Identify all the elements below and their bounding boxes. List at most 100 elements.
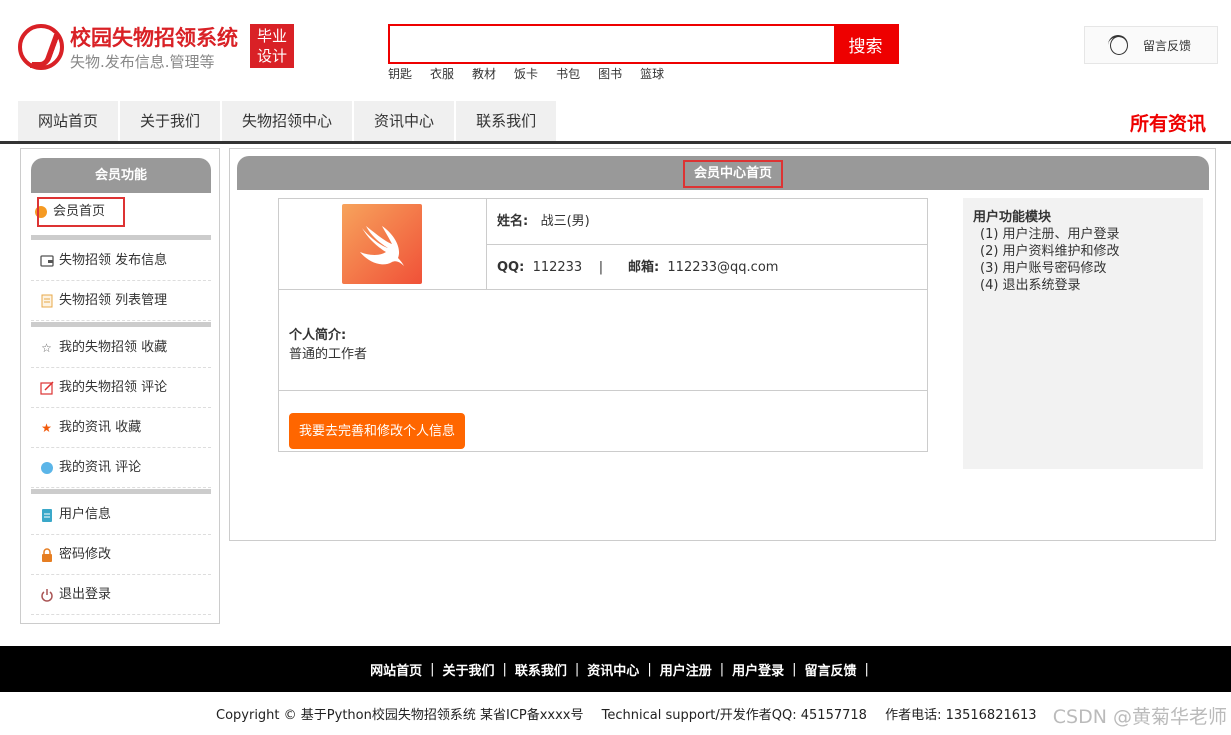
edit-icon bbox=[39, 380, 54, 395]
avatar-cell bbox=[279, 199, 487, 290]
sidebar-item-lost-comments[interactable]: 我的失物招领 评论 bbox=[31, 368, 211, 408]
hot-search-tags: 钥匙 衣服 教材 饭卡 书包 图书 篮球 bbox=[388, 65, 682, 82]
footer-link-news[interactable]: 资讯中心 bbox=[587, 660, 639, 679]
footer-nav: 网站首页 | 关于我们 | 联系我们 | 资讯中心 | 用户注册 | 用户登录 | 留言反馈… bbox=[0, 646, 1231, 692]
panel-header: 会员中心首页 bbox=[237, 156, 1209, 190]
intro-row: 个人简介: 普通的工作者 bbox=[279, 290, 928, 391]
email-value: 112233@qq.com bbox=[667, 260, 779, 275]
edit-profile-button[interactable]: 我要去完善和修改个人信息 bbox=[289, 413, 466, 449]
support-text: Technical support/开发作者QQ: 45157718 bbox=[601, 708, 867, 723]
member-sidebar: 会员功能 会员首页 失物招领 发布信息 失物招领 列表管理 ☆ 我的失物招领 收… bbox=[20, 148, 220, 624]
badge-line-2: 设计 bbox=[256, 47, 287, 65]
nav-item-lost-found[interactable]: 失物招领中心 bbox=[222, 101, 355, 141]
csdn-watermark: CSDN @黄菊华老师 bbox=[1052, 706, 1227, 728]
site-logo[interactable]: 校园失物招领系统 失物.发布信息.管理等 毕业 设计 bbox=[18, 22, 298, 74]
function-item: (3) 用户账号密码修改 bbox=[980, 261, 1107, 276]
profile-table: 姓名: 战三(男) QQ: 112233 | 邮箱: 112233@qq.com… bbox=[278, 198, 928, 452]
hot-tag[interactable]: 图书 bbox=[598, 65, 622, 82]
power-icon bbox=[39, 587, 54, 602]
clipboard-icon bbox=[39, 507, 54, 522]
sidebar-item-user-info[interactable]: 用户信息 bbox=[31, 495, 211, 535]
intro-value: 普通的工作者 bbox=[289, 347, 368, 362]
nav-item-about[interactable]: 关于我们 bbox=[120, 101, 223, 141]
sidebar-item-change-password[interactable]: 密码修改 bbox=[31, 535, 211, 575]
function-item: (2) 用户资料维护和修改 bbox=[980, 244, 1120, 259]
copyright-text: Copyright © 基于Python校园失物招领系统 某省ICP备xxxx号 bbox=[216, 708, 584, 723]
search-button[interactable]: 搜索 bbox=[834, 26, 897, 62]
user-functions-box: 用户功能模块 (1) 用户注册、用户登录 (2) 用户资料维护和修改 (3) 用… bbox=[963, 198, 1203, 469]
hot-tag[interactable]: 教材 bbox=[472, 65, 496, 82]
qq-label: QQ: bbox=[497, 260, 525, 275]
name-row: 姓名: 战三(男) bbox=[487, 199, 928, 245]
sidebar-separator bbox=[31, 489, 211, 494]
search-bar: 搜索 bbox=[388, 24, 899, 64]
footer-link-home[interactable]: 网站首页 bbox=[370, 660, 422, 679]
sidebar-item-label: 我的失物招领 评论 bbox=[59, 379, 168, 395]
sidebar-item-label: 密码修改 bbox=[59, 546, 112, 562]
footer-link-contact[interactable]: 联系我们 bbox=[515, 660, 567, 679]
sidebar-item-label: 失物招领 发布信息 bbox=[59, 252, 168, 268]
footer-link-register[interactable]: 用户注册 bbox=[660, 660, 712, 679]
function-item: (1) 用户注册、用户登录 bbox=[980, 227, 1120, 242]
nav-item-news[interactable]: 资讯中心 bbox=[354, 101, 457, 141]
sidebar-item-label: 我的资讯 评论 bbox=[59, 459, 142, 475]
footer-separator: | bbox=[574, 661, 580, 677]
copyright-bar: Copyright © 基于Python校园失物招领系统 某省ICP备xxxx号… bbox=[216, 704, 1051, 723]
star-filled-icon: ★ bbox=[41, 420, 52, 435]
sidebar-item-label: 退出登录 bbox=[59, 586, 112, 602]
contact-divider: | bbox=[598, 260, 604, 275]
sidebar-item-lost-favorites[interactable]: ☆ 我的失物招领 收藏 bbox=[31, 328, 211, 368]
page-title: 会员中心首页 bbox=[683, 160, 783, 188]
name-label: 姓名: bbox=[497, 214, 529, 229]
all-news-link[interactable]: 所有资讯 bbox=[1130, 109, 1206, 136]
feedback-label: 留言反馈 bbox=[1143, 38, 1192, 53]
graduation-badge: 毕业 设计 bbox=[250, 24, 294, 68]
hot-tag[interactable]: 衣服 bbox=[430, 65, 454, 82]
sidebar-title: 会员功能 bbox=[31, 158, 211, 193]
sidebar-item-label: 我的失物招领 收藏 bbox=[59, 339, 168, 355]
sidebar-item-logout[interactable]: 退出登录 bbox=[31, 575, 211, 615]
sidebar-item-manage-list[interactable]: 失物招领 列表管理 bbox=[31, 281, 211, 321]
nav-item-home[interactable]: 网站首页 bbox=[18, 101, 121, 141]
footer-link-about[interactable]: 关于我们 bbox=[442, 660, 494, 679]
phone-text: 作者电话: 13516821613 bbox=[885, 708, 1037, 723]
lock-icon bbox=[39, 547, 54, 562]
footer-separator: | bbox=[502, 661, 507, 677]
footer-separator: | bbox=[719, 661, 725, 677]
site-title: 校园失物招领系统 bbox=[70, 26, 238, 50]
main-nav: 网站首页 关于我们 失物招领中心 资讯中心 联系我们 bbox=[18, 101, 559, 141]
hot-tag[interactable]: 书包 bbox=[556, 65, 580, 82]
list-doc-icon bbox=[39, 293, 54, 308]
search-input[interactable] bbox=[390, 26, 834, 62]
hot-tag[interactable]: 篮球 bbox=[640, 65, 664, 82]
sidebar-separator bbox=[31, 322, 211, 327]
wallet-icon bbox=[39, 253, 54, 268]
name-value: 战三(男) bbox=[540, 214, 590, 229]
footer-separator: | bbox=[430, 661, 435, 677]
function-item: (4) 退出系统登录 bbox=[980, 278, 1081, 293]
functions-title: 用户功能模块 bbox=[973, 210, 1052, 225]
avatar bbox=[342, 204, 422, 284]
sidebar-item-label: 失物招领 列表管理 bbox=[59, 292, 168, 308]
footer-separator: | bbox=[792, 661, 797, 677]
star-outline-icon: ☆ bbox=[41, 340, 52, 355]
site-subtitle: 失物.发布信息.管理等 bbox=[70, 53, 215, 71]
hot-tag[interactable]: 饭卡 bbox=[514, 65, 538, 82]
email-label: 邮箱: bbox=[627, 260, 660, 275]
blue-circle-icon bbox=[39, 460, 54, 475]
nav-divider bbox=[0, 141, 1231, 144]
sidebar-item-news-favorites[interactable]: ★ 我的资讯 收藏 bbox=[31, 408, 211, 448]
feedback-button[interactable]: 留言反馈 bbox=[1084, 26, 1218, 64]
footer-link-feedback[interactable]: 留言反馈 bbox=[805, 660, 857, 679]
swift-bird-icon bbox=[360, 226, 404, 266]
sidebar-item-publish[interactable]: 失物招领 发布信息 bbox=[31, 241, 211, 281]
hot-tag[interactable]: 钥匙 bbox=[388, 65, 412, 82]
intro-label: 个人简介: bbox=[289, 328, 347, 343]
contact-row: QQ: 112233 | 邮箱: 112233@qq.com bbox=[487, 245, 928, 290]
footer-link-login[interactable]: 用户登录 bbox=[732, 660, 784, 679]
nav-item-contact[interactable]: 联系我们 bbox=[456, 101, 559, 141]
sidebar-item-news-comments[interactable]: 我的资讯 评论 bbox=[31, 448, 211, 488]
sidebar-item-label: 用户信息 bbox=[59, 506, 112, 522]
sidebar-item-label: 我的资讯 收藏 bbox=[59, 419, 142, 435]
member-center-panel: 会员中心首页 姓名: 战三(男) QQ: 112233 | 邮箱: 112233… bbox=[229, 148, 1216, 541]
